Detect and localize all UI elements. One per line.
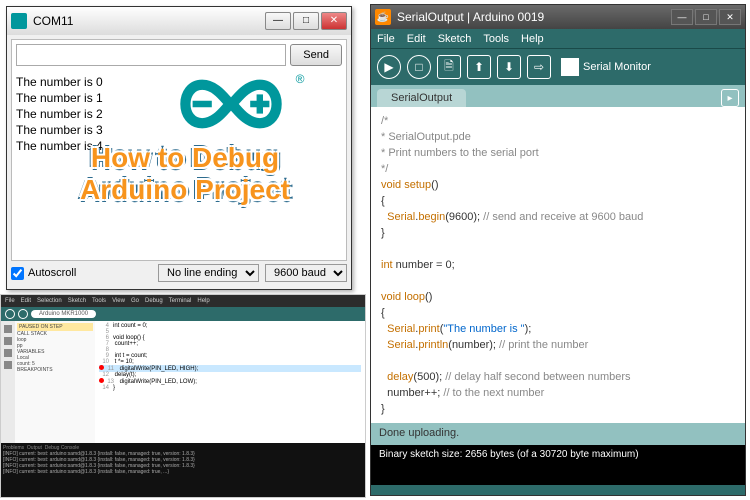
vscode-toolbar: Arduino MKR1000 [1, 307, 365, 321]
verify-button[interactable]: ▶ [377, 55, 401, 79]
menu-help[interactable]: Help [521, 33, 544, 45]
ide-tab-bar: SerialOutput ▸ [371, 85, 745, 107]
close-button[interactable]: ✕ [321, 12, 347, 30]
arduino-infinity-icon [166, 72, 296, 141]
ide-toolbar: ▶ □ 🗎 ⬆ ⬇ ⇨ Serial Monitor [371, 49, 745, 85]
paused-banner: PAUSED ON STEP [17, 323, 93, 331]
extensions-icon[interactable] [4, 361, 12, 369]
new-button[interactable]: 🗎 [437, 55, 461, 79]
arduino-ide-window: ☕ SerialOutput | Arduino 0019 — □ ✕ File… [370, 4, 746, 496]
ide-menubar[interactable]: File Edit Sketch Tools Help [371, 29, 745, 49]
open-button[interactable]: ⬆ [467, 55, 491, 79]
upload-button[interactable]: ⇨ [527, 55, 551, 79]
vscode-menubar[interactable]: File Edit Selection Sketch Tools View Go… [1, 295, 365, 307]
vscode-window: File Edit Selection Sketch Tools View Go… [0, 294, 366, 498]
menu-sketch[interactable]: Sketch [438, 33, 472, 45]
tab-menu-button[interactable]: ▸ [721, 89, 739, 107]
activity-bar[interactable] [1, 321, 15, 443]
debug-sidebar: PAUSED ON STEP CALL STACK loop pp VARIAB… [15, 321, 95, 443]
minimize-button[interactable]: — [671, 9, 693, 25]
sketch-tab[interactable]: SerialOutput [377, 89, 466, 107]
board-select[interactable]: Arduino MKR1000 [31, 310, 96, 318]
code-editor[interactable]: /* * SerialOutput.pde * Print numbers to… [371, 107, 745, 423]
baud-select[interactable]: 9600 baud [265, 264, 347, 282]
debug-icon[interactable] [4, 349, 12, 357]
serial-monitor-button[interactable]: Serial Monitor [561, 58, 651, 76]
titlebar[interactable]: COM11 — □ ✕ [7, 7, 351, 35]
app-icon [11, 13, 27, 29]
code-editor[interactable]: 4int count = 0; 5 6void loop() { 7 count… [95, 321, 365, 443]
breakpoints-header[interactable]: BREAKPOINTS [17, 367, 93, 373]
java-icon: ☕ [375, 9, 391, 25]
registered-mark: ® [296, 72, 305, 86]
ide-console: Binary sketch size: 2656 bytes (of a 307… [371, 445, 745, 485]
ide-footer [371, 485, 745, 495]
line-ending-select[interactable]: No line ending [158, 264, 259, 282]
close-button[interactable]: ✕ [719, 9, 741, 25]
ide-title: SerialOutput | Arduino 0019 [397, 10, 671, 24]
verify-icon[interactable] [5, 309, 15, 319]
save-button[interactable]: ⬇ [497, 55, 521, 79]
serial-input[interactable] [16, 44, 286, 66]
tutorial-title: How to Debug Arduino Project [20, 142, 350, 206]
stop-button[interactable]: □ [407, 55, 431, 79]
menu-tools[interactable]: Tools [483, 33, 509, 45]
serial-monitor-icon [561, 58, 579, 76]
arduino-logo-overlay: ® How to Debug Arduino Project [130, 72, 340, 141]
menu-file[interactable]: File [377, 33, 395, 45]
explorer-icon[interactable] [4, 325, 12, 333]
minimize-button[interactable]: — [265, 12, 291, 30]
ide-titlebar[interactable]: ☕ SerialOutput | Arduino 0019 — □ ✕ [371, 5, 745, 29]
search-icon[interactable] [4, 337, 12, 345]
send-button[interactable]: Send [290, 44, 342, 66]
window-title: COM11 [33, 14, 265, 28]
menu-edit[interactable]: Edit [407, 33, 426, 45]
autoscroll-checkbox[interactable]: Autoscroll [11, 267, 152, 280]
maximize-button[interactable]: □ [293, 12, 319, 30]
maximize-button[interactable]: □ [695, 9, 717, 25]
terminal-panel[interactable]: Problems Output Debug Console [INFO] cur… [1, 443, 365, 498]
upload-icon[interactable] [18, 309, 28, 319]
ide-status: Done uploading. [371, 423, 745, 445]
